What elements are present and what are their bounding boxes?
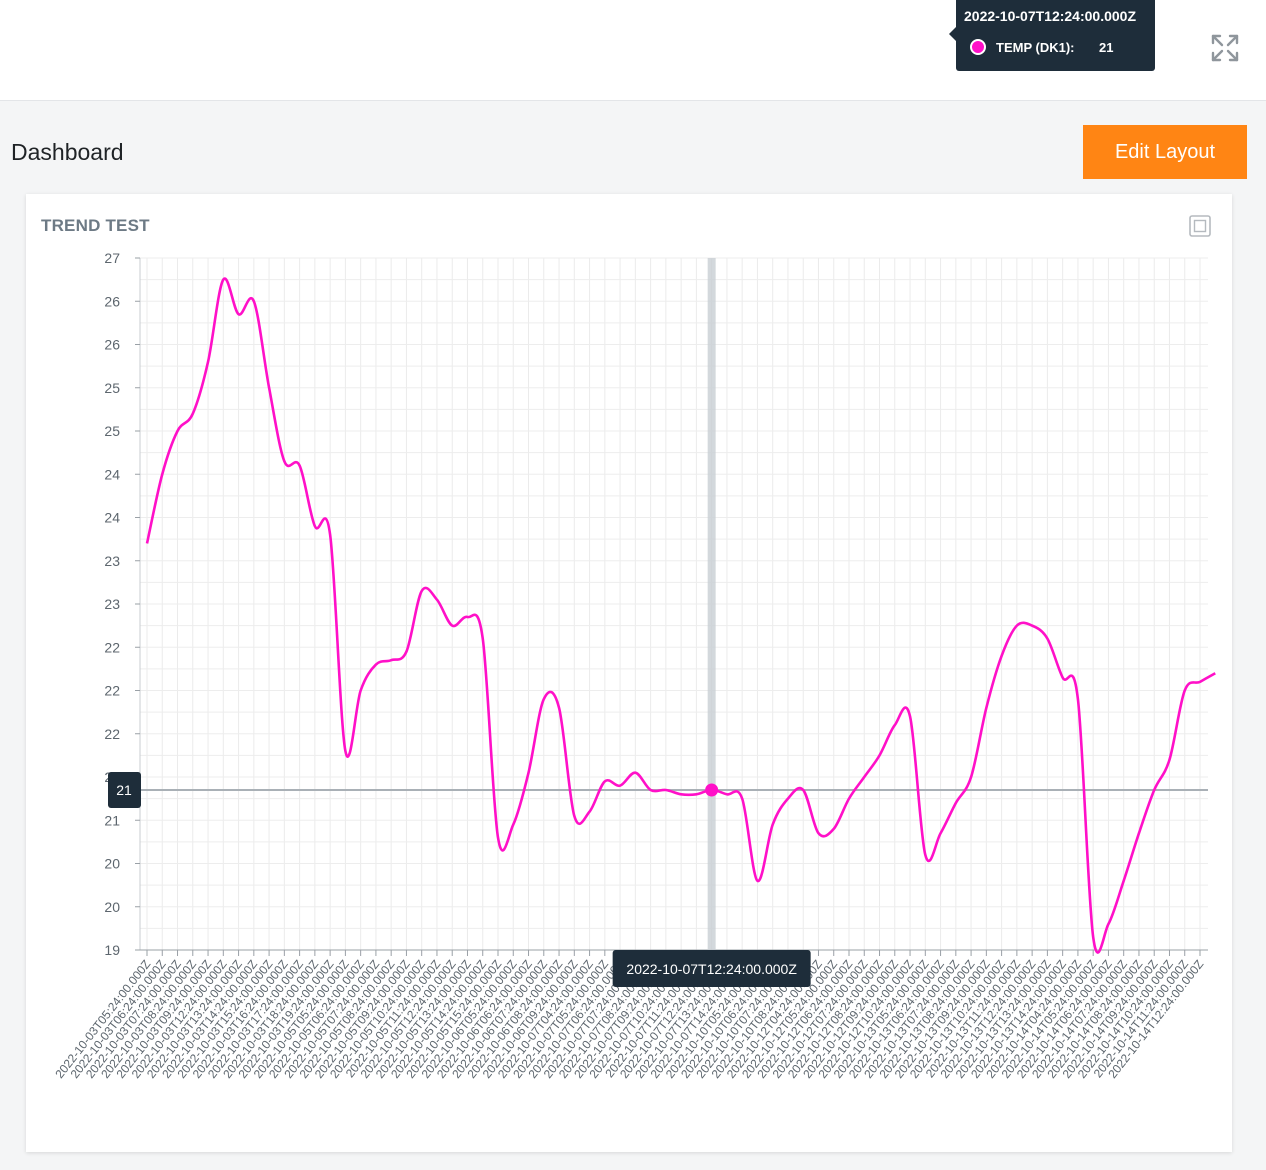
trend-chart[interactable]: 19 20 20 21 21 22 22 22 23 23 24 24 25 25 26 26 27 2022-1… xyxy=(26,194,1232,1152)
y-tick-label: 25 xyxy=(104,423,120,439)
expand-arrows-icon[interactable] xyxy=(1208,31,1242,65)
y-tick-labels: 19 20 20 21 21 22 22 22 23 23 24 24 25 25 26 26 27 xyxy=(104,250,140,958)
y-tick-label: 26 xyxy=(104,293,120,309)
y-tick-label: 23 xyxy=(104,596,120,612)
y-tick-label: 27 xyxy=(104,250,120,266)
hover-point xyxy=(705,783,719,797)
tooltip-series: TEMP (DK1): xyxy=(996,40,1075,55)
trend-card: TREND TEST 19202021212222222323242425252… xyxy=(26,194,1232,1152)
grid xyxy=(139,257,1208,956)
series-marker-icon xyxy=(970,39,986,55)
x-crosshair-text: 2022-10-07T12:24:00.000Z xyxy=(626,961,797,977)
y-tick-label: 24 xyxy=(104,466,120,482)
tooltip-time: 2022-10-07T12:24:00.000Z xyxy=(964,8,1137,24)
hover-tooltip: 2022-10-07T12:24:00.000Z TEMP (DK1): 21 xyxy=(949,0,1155,71)
x-crosshair-label: 2022-10-07T12:24:00.000Z xyxy=(612,950,811,987)
y-tick-label: 22 xyxy=(104,726,120,742)
tooltip-value: 21 xyxy=(1099,40,1114,55)
y-tick-label: 24 xyxy=(104,510,120,526)
y-tick-label: 19 xyxy=(104,942,120,958)
page-title: Dashboard xyxy=(11,139,124,165)
y-tick-label: 23 xyxy=(104,553,120,569)
edit-layout-button[interactable]: Edit Layout xyxy=(1083,125,1247,179)
crosshair-vertical xyxy=(707,258,716,950)
y-crosshair-text: 21 xyxy=(116,782,132,798)
y-tick-label: 26 xyxy=(104,337,120,353)
y-tick-label: 22 xyxy=(104,639,120,655)
y-tick-label: 20 xyxy=(104,899,120,915)
y-tick-label: 21 xyxy=(104,812,120,828)
top-bar: 2022-10-07T12:24:00.000Z TEMP (DK1): 21 xyxy=(0,0,1266,101)
y-crosshair-label: 21 xyxy=(108,771,141,808)
y-tick-label: 25 xyxy=(104,380,120,396)
y-tick-label: 22 xyxy=(104,683,120,699)
y-tick-label: 20 xyxy=(104,856,120,872)
